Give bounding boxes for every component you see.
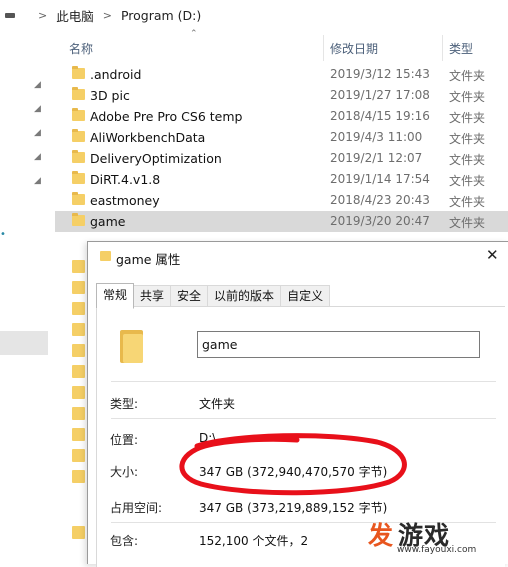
- address-bar[interactable]: > 此电脑 > Program (D:): [0, 0, 508, 30]
- file-row-dirt4[interactable]: DiRT.4.v1.8 2019/1/14 17:54 文件夹: [55, 169, 508, 190]
- folder-icon: [100, 251, 111, 261]
- watermark-logo-a: 发: [368, 521, 394, 550]
- file-row-3d-pic[interactable]: 3D pic 2019/1/27 17:08 文件夹: [55, 85, 508, 106]
- file-date: 2019/3/20 20:47: [330, 214, 430, 228]
- folder-icon[interactable]: [72, 526, 85, 539]
- dialog-title: game 属性: [116, 252, 181, 267]
- file-name: 3D pic: [90, 88, 130, 103]
- file-list: .android 2019/3/12 15:43 文件夹 3D pic 2019…: [55, 64, 508, 232]
- file-name: .android: [90, 67, 142, 82]
- file-type: 文件夹: [449, 153, 486, 167]
- file-type: 文件夹: [449, 216, 486, 230]
- disk-usage-value: 347 GB (373,219,889,152 字节): [199, 501, 388, 515]
- folder-icon: [72, 192, 85, 205]
- folder-icon[interactable]: [72, 365, 85, 378]
- folder-icon: [72, 213, 85, 226]
- close-icon[interactable]: ✕: [486, 246, 499, 264]
- dialog-title-bar[interactable]: game 属性 ✕: [88, 242, 508, 272]
- site-watermark: 发 游戏 www.fayouxi.com: [368, 516, 508, 562]
- breadcrumb-this-pc[interactable]: 此电脑: [56, 6, 94, 25]
- folder-icon[interactable]: [72, 407, 85, 420]
- chevron-right-icon[interactable]: >: [103, 9, 112, 22]
- column-date[interactable]: 修改日期: [330, 40, 378, 57]
- type-value: 文件夹: [199, 397, 236, 411]
- folder-icon: [72, 171, 85, 184]
- folder-name-input[interactable]: [197, 331, 480, 358]
- file-type: 文件夹: [449, 195, 486, 209]
- column-type[interactable]: 类型: [449, 40, 473, 57]
- contains-value: 152,100 个文件，2: [199, 534, 309, 548]
- breadcrumb-drive[interactable]: Program (D:): [121, 8, 201, 23]
- pin-icon[interactable]: ◢: [34, 177, 43, 186]
- file-date: 2019/3/12 15:43: [330, 67, 430, 81]
- file-name: AliWorkbenchData: [90, 130, 206, 145]
- file-name: Adobe Pre Pro CS6 temp: [90, 109, 243, 124]
- file-date: 2018/4/15 19:16: [330, 109, 430, 123]
- dialog-tabs: 常规 共享 安全 以前的版本 自定义: [96, 283, 331, 309]
- file-name: eastmoney: [90, 193, 160, 208]
- divider: [111, 418, 496, 419]
- file-name: game: [90, 214, 126, 229]
- folder-icon[interactable]: [72, 281, 85, 294]
- pin-icon[interactable]: ◢: [34, 129, 43, 138]
- file-row-eastmoney[interactable]: eastmoney 2018/4/23 20:43 文件夹: [55, 190, 508, 211]
- folder-icon[interactable]: [72, 428, 85, 441]
- pin-icon[interactable]: ◢: [34, 105, 43, 114]
- location-label: 位置:: [110, 433, 139, 447]
- file-name: DiRT.4.v1.8: [90, 172, 161, 187]
- nav-selected-item[interactable]: [0, 331, 48, 355]
- file-type: 文件夹: [449, 69, 486, 83]
- disk-usage-label: 占用空间:: [110, 501, 163, 515]
- file-row-aliworkbench[interactable]: AliWorkbenchData 2019/4/3 11:00 文件夹: [55, 127, 508, 148]
- file-date: 2019/1/27 17:08: [330, 88, 430, 102]
- folder-icon: [72, 87, 85, 100]
- file-name: DeliveryOptimization: [90, 151, 222, 166]
- watermark-url: www.fayouxi.com: [397, 545, 477, 555]
- folder-icon: [120, 330, 143, 363]
- pin-icon[interactable]: ◢: [34, 153, 43, 162]
- file-row-android[interactable]: .android 2019/3/12 15:43 文件夹: [55, 64, 508, 85]
- file-row-delivery-optimization[interactable]: DeliveryOptimization 2019/2/1 12:07 文件夹: [55, 148, 508, 169]
- file-date: 2019/1/14 17:54: [330, 172, 430, 186]
- navigation-pane: ◢ ◢ ◢ ◢ ◢ •: [0, 30, 55, 563]
- file-type: 文件夹: [449, 90, 486, 104]
- tab-general[interactable]: 常规: [96, 283, 135, 309]
- folder-icon[interactable]: [72, 470, 85, 483]
- file-date: 2019/4/3 11:00: [330, 130, 423, 144]
- sort-ascending-icon: ⌃: [190, 29, 198, 39]
- folder-icon[interactable]: [72, 386, 85, 399]
- file-type: 文件夹: [449, 111, 486, 125]
- column-divider[interactable]: [442, 35, 443, 61]
- drive-icon: [5, 12, 15, 18]
- column-divider[interactable]: [323, 35, 324, 61]
- size-label: 大小:: [110, 465, 139, 479]
- chevron-right-icon[interactable]: >: [38, 9, 47, 22]
- folder-icon[interactable]: [72, 323, 85, 336]
- folder-icon: [72, 150, 85, 163]
- file-date: 2019/2/1 12:07: [330, 151, 423, 165]
- folder-icon[interactable]: [72, 302, 85, 315]
- file-type: 文件夹: [449, 174, 486, 188]
- folder-icon[interactable]: [72, 344, 85, 357]
- folder-icon: [72, 108, 85, 121]
- file-row-adobe-temp[interactable]: Adobe Pre Pro CS6 temp 2018/4/15 19:16 文…: [55, 106, 508, 127]
- contains-label: 包含:: [110, 534, 139, 548]
- nav-marker-icon: •: [0, 229, 6, 240]
- file-type: 文件夹: [449, 132, 486, 146]
- column-header: ⌃ 名称 修改日期 类型: [55, 29, 508, 64]
- folder-icon: [72, 66, 85, 79]
- folder-icon[interactable]: [72, 449, 85, 462]
- red-circle-annotation: [179, 433, 407, 496]
- folder-icon: [72, 129, 85, 142]
- type-label: 类型:: [110, 397, 139, 411]
- folder-icon[interactable]: [72, 260, 85, 273]
- file-date: 2018/4/23 20:43: [330, 193, 430, 207]
- pin-icon[interactable]: ◢: [34, 81, 43, 90]
- divider: [111, 381, 496, 382]
- file-row-game[interactable]: game 2019/3/20 20:47 文件夹: [55, 211, 508, 232]
- column-name[interactable]: 名称: [69, 40, 93, 57]
